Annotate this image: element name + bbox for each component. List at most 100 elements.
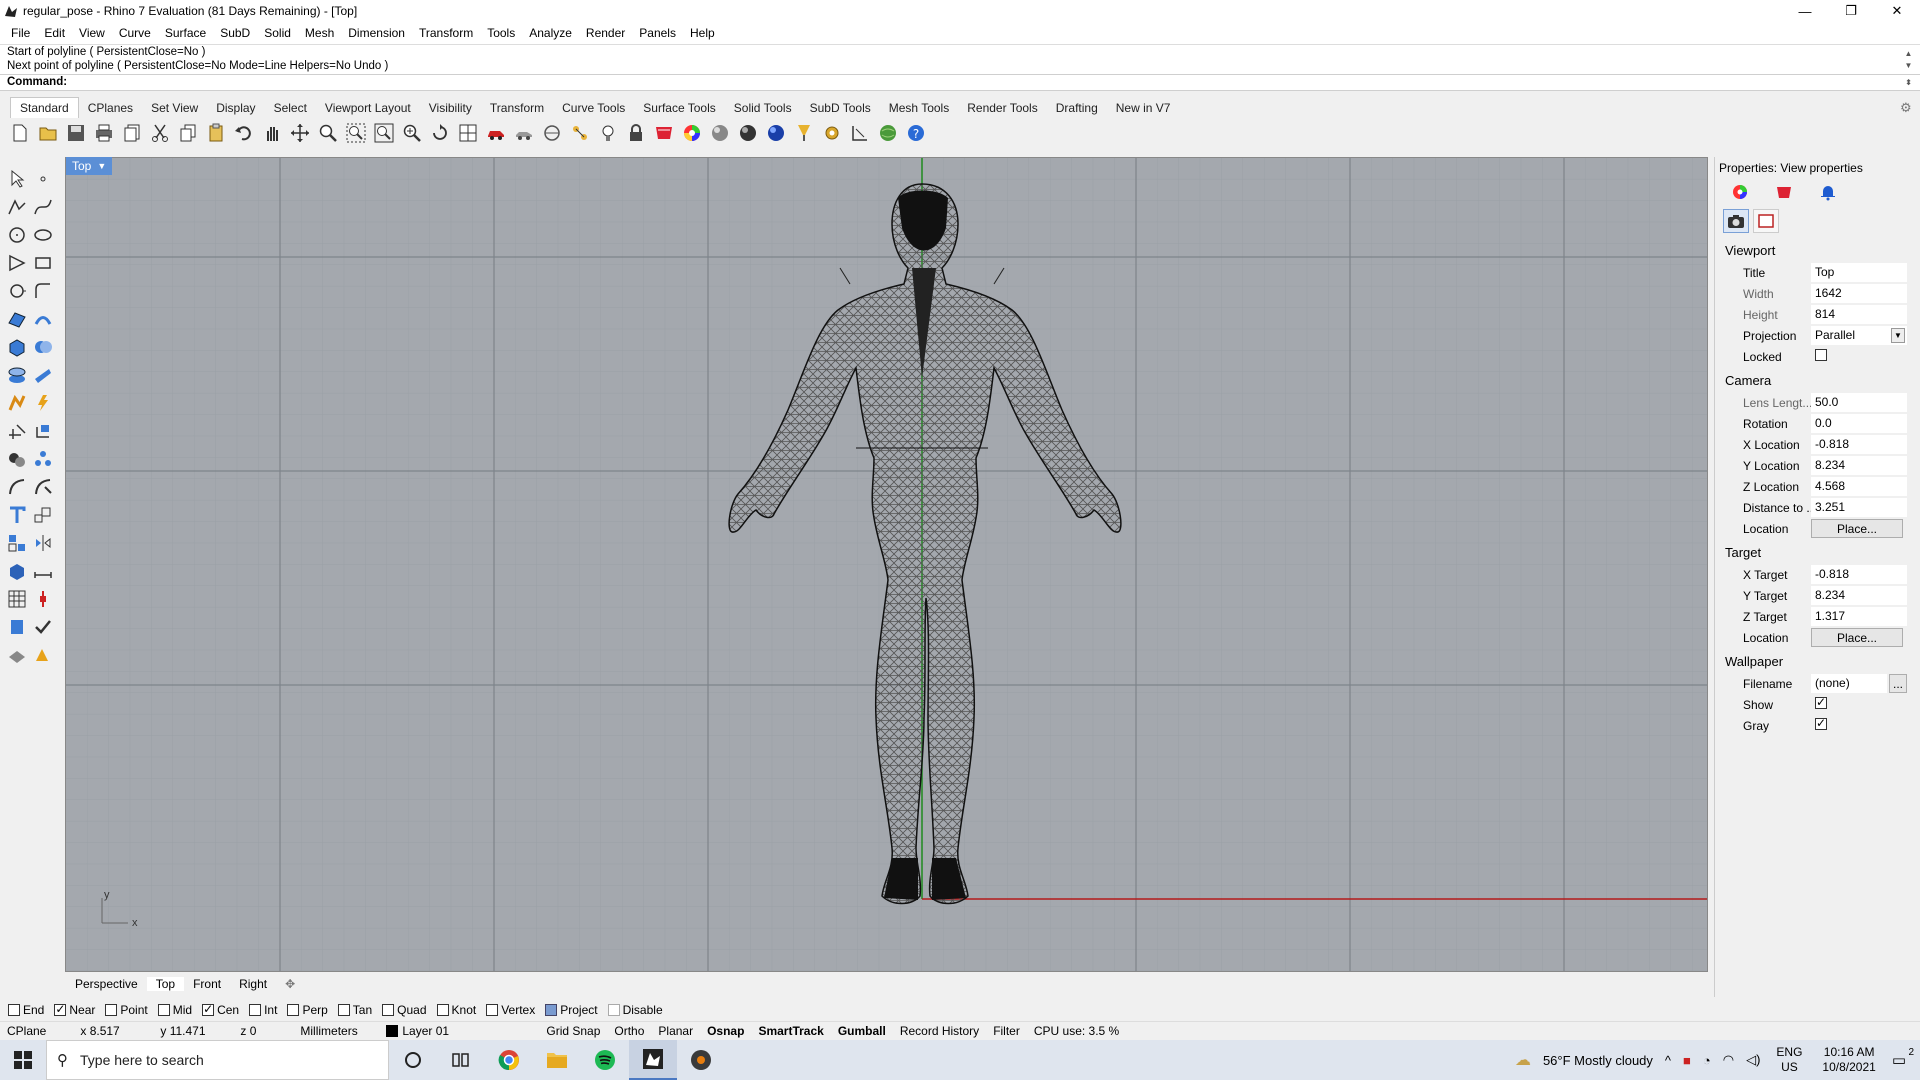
osnap-mid[interactable]: Mid bbox=[157, 1003, 192, 1017]
ellipse-icon[interactable] bbox=[30, 222, 56, 248]
wifi-icon[interactable]: ◠ bbox=[1717, 1052, 1740, 1068]
weather-text[interactable]: 56°F Mostly cloudy bbox=[1537, 1053, 1659, 1068]
filter-toggle[interactable]: Filter bbox=[986, 1024, 1027, 1038]
sphere-dark-icon[interactable] bbox=[736, 121, 760, 145]
zoom-window-icon[interactable] bbox=[316, 121, 340, 145]
solid-box-icon[interactable] bbox=[4, 558, 30, 584]
gray-checkbox[interactable] bbox=[1815, 716, 1827, 730]
target-place-button[interactable]: Place... bbox=[1811, 628, 1903, 647]
menu-transform[interactable]: Transform bbox=[412, 26, 480, 40]
tab-surface-tools[interactable]: Surface Tools bbox=[634, 98, 725, 118]
tab-mesh-tools[interactable]: Mesh Tools bbox=[880, 98, 958, 118]
rotation-field[interactable]: 0.0 bbox=[1811, 413, 1907, 434]
gear-tool-icon[interactable] bbox=[820, 121, 844, 145]
osnap-end[interactable]: End bbox=[8, 1003, 44, 1017]
flash-icon[interactable] bbox=[30, 390, 56, 416]
four-view-icon[interactable] bbox=[456, 121, 480, 145]
gear-icon[interactable]: ⚙ bbox=[1900, 100, 1914, 115]
sphere-blue-icon[interactable] bbox=[764, 121, 788, 145]
record-history-toggle[interactable]: Record History bbox=[893, 1024, 986, 1038]
osnap-knot[interactable]: Knot bbox=[436, 1003, 476, 1017]
tab-perspective[interactable]: Perspective bbox=[66, 977, 147, 991]
gumball-toggle[interactable]: Gumball bbox=[831, 1024, 893, 1038]
blender-icon[interactable] bbox=[677, 1040, 725, 1080]
pan-icon[interactable] bbox=[260, 121, 284, 145]
security-icon[interactable]: ■ bbox=[1677, 1053, 1697, 1068]
scroll-down-icon[interactable]: ▼ bbox=[1903, 59, 1914, 73]
polyline-icon[interactable] bbox=[4, 194, 30, 220]
spinner-icon[interactable]: ⬍ bbox=[1903, 75, 1914, 90]
print-icon[interactable] bbox=[92, 121, 116, 145]
car-top-icon[interactable] bbox=[512, 121, 536, 145]
osnap-checkbox[interactable] bbox=[105, 1004, 118, 1016]
menu-view[interactable]: View bbox=[72, 26, 112, 40]
material-icon[interactable] bbox=[1775, 183, 1793, 201]
menu-analyze[interactable]: Analyze bbox=[522, 26, 579, 40]
osnap-disable[interactable]: Disable bbox=[607, 1003, 663, 1017]
bell-icon[interactable] bbox=[1819, 183, 1837, 201]
import-icon[interactable] bbox=[120, 121, 144, 145]
open-icon[interactable] bbox=[36, 121, 60, 145]
weather-icon[interactable]: ☁ bbox=[1509, 1050, 1537, 1070]
tab-viewport-layout[interactable]: Viewport Layout bbox=[316, 98, 420, 118]
chevron-down-icon[interactable]: ▼ bbox=[1891, 327, 1905, 343]
fillet-icon[interactable] bbox=[30, 278, 56, 304]
color-wheel-icon[interactable] bbox=[1731, 183, 1749, 201]
menu-surface[interactable]: Surface bbox=[158, 26, 213, 40]
viewport-canvas[interactable]: y x bbox=[66, 158, 1708, 972]
loft-icon[interactable] bbox=[30, 306, 56, 332]
tab-subd-tools[interactable]: SubD Tools bbox=[801, 98, 880, 118]
trim-icon[interactable] bbox=[4, 474, 30, 500]
taskbar-search[interactable]: ⚲ Type here to search bbox=[46, 1040, 389, 1080]
osnap-point[interactable]: Point bbox=[105, 1003, 148, 1017]
osnap-checkbox[interactable] bbox=[486, 1004, 499, 1016]
z-target-field[interactable]: 1.317 bbox=[1811, 606, 1907, 627]
tab-set-view[interactable]: Set View bbox=[142, 98, 207, 118]
y-location-field[interactable]: 8.234 bbox=[1811, 455, 1907, 476]
menu-panels[interactable]: Panels bbox=[632, 26, 683, 40]
zoom-icon[interactable] bbox=[400, 121, 424, 145]
osnap-quad[interactable]: Quad bbox=[382, 1003, 427, 1017]
language-indicator[interactable]: ENG US bbox=[1766, 1045, 1812, 1075]
point-icon[interactable] bbox=[30, 166, 56, 192]
file-explorer-icon[interactable] bbox=[533, 1040, 581, 1080]
circle-tool-icon[interactable] bbox=[4, 222, 30, 248]
tab-front[interactable]: Front bbox=[184, 977, 230, 991]
snap-icon[interactable] bbox=[568, 121, 592, 145]
menu-help[interactable]: Help bbox=[683, 26, 722, 40]
title-field[interactable]: Top bbox=[1811, 262, 1907, 283]
maximize-button[interactable]: ❐ bbox=[1828, 0, 1874, 22]
menu-subd[interactable]: SubD bbox=[213, 26, 257, 40]
tab-drafting[interactable]: Drafting bbox=[1047, 98, 1107, 118]
notification-icon[interactable]: ▭ 2 bbox=[1886, 1047, 1920, 1069]
grid-icon[interactable] bbox=[4, 586, 30, 612]
rectangle-icon[interactable] bbox=[30, 250, 56, 276]
osnap-checkbox[interactable] bbox=[382, 1004, 395, 1016]
scale-icon[interactable] bbox=[30, 502, 56, 528]
osnap-checkbox[interactable] bbox=[8, 1004, 20, 1016]
copy-icon[interactable] bbox=[176, 121, 200, 145]
z-location-field[interactable]: 4.568 bbox=[1811, 476, 1907, 497]
osnap-toggle[interactable]: Osnap bbox=[700, 1024, 751, 1038]
smarttrack-toggle[interactable]: SmartTrack bbox=[751, 1024, 830, 1038]
osnap-project[interactable]: Project bbox=[545, 1003, 598, 1017]
osnap-checkbox[interactable] bbox=[54, 1002, 67, 1016]
volume-icon[interactable]: ◁) bbox=[1740, 1052, 1766, 1068]
osnap-checkbox[interactable] bbox=[249, 1004, 262, 1016]
grid-snap-toggle[interactable]: Grid Snap bbox=[539, 1024, 607, 1038]
tab-visibility[interactable]: Visibility bbox=[420, 98, 481, 118]
zoom-extents-icon[interactable] bbox=[344, 121, 368, 145]
menu-dimension[interactable]: Dimension bbox=[341, 26, 412, 40]
box-icon[interactable] bbox=[4, 334, 30, 360]
tab-solid-tools[interactable]: Solid Tools bbox=[725, 98, 801, 118]
osnap-tan[interactable]: Tan bbox=[337, 1003, 372, 1017]
osnap-checkbox[interactable] bbox=[157, 1004, 170, 1016]
sphere-gray-icon[interactable] bbox=[708, 121, 732, 145]
distance-icon[interactable] bbox=[30, 558, 56, 584]
x-target-field[interactable]: -0.818 bbox=[1811, 564, 1907, 585]
paint-icon[interactable] bbox=[792, 121, 816, 145]
points-icon[interactable] bbox=[30, 446, 56, 472]
material-icon[interactable] bbox=[652, 121, 676, 145]
browse-button[interactable]: ... bbox=[1889, 674, 1907, 693]
paste-icon[interactable] bbox=[204, 121, 228, 145]
